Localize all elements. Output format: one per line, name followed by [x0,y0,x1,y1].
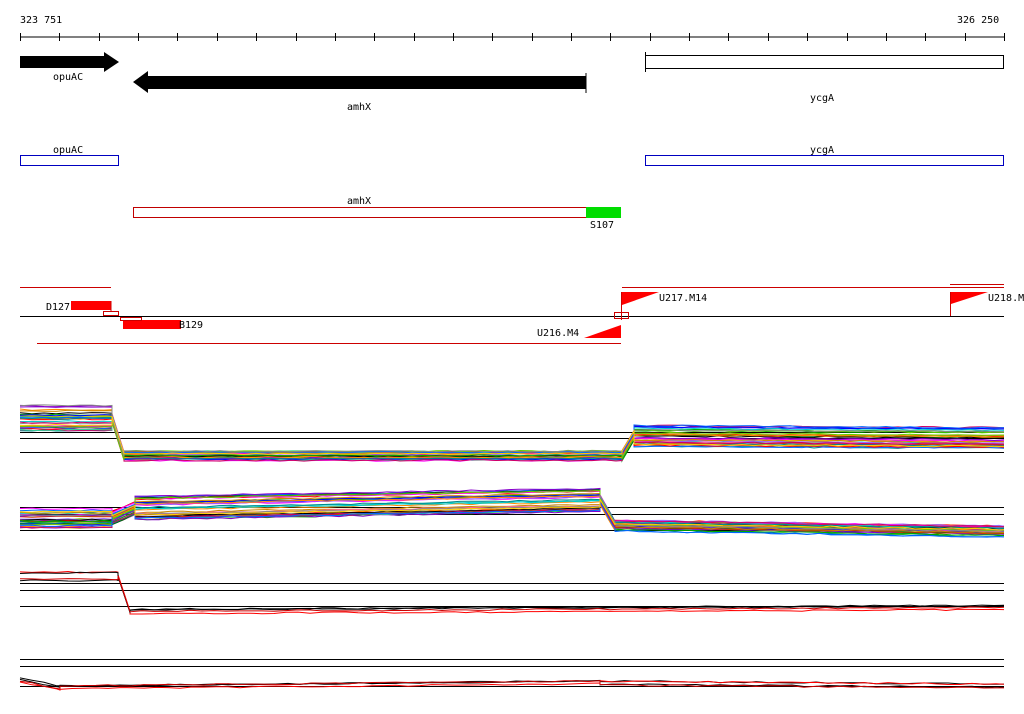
annotation-label-ycga: ycgA [810,145,834,156]
gene-label-ycga: ycgA [810,93,834,104]
ruler-end-label: 326 250 [957,15,999,26]
gene-track: opuAC amhX ycgA [20,52,1004,113]
annotation-label-opuac: opuAC [53,145,83,156]
annotation-box-ycga[interactable] [645,155,1004,166]
gene-label-opuac: opuAC [53,72,83,83]
feature-flag-u218[interactable] [951,292,988,304]
expression-track-1 [19,404,1005,463]
expression-track-4 [19,659,1005,691]
ruler-start-label: 323 751 [20,15,62,26]
gene-arrow-opuac[interactable] [20,52,119,72]
annotation-label-amhx: amhX [347,196,371,207]
segment-label-s107: S107 [590,220,614,231]
annotation-track: opuAC ycgA amhX S107 [20,145,1004,231]
expression-track-2 [19,487,1005,538]
feature-label-u216: U216.M4 [537,328,579,339]
feature-box-b129[interactable] [123,320,181,329]
feature-label-b129: B129 [179,320,203,331]
feature-track: D127 B129 U216.M4 U217.M14 U218.M [20,284,1024,344]
feature-box-d127[interactable] [71,301,111,310]
position-ruler: 323 751 326 250 [20,15,1005,41]
gene-box-ycga[interactable] [645,55,1004,69]
expression-track-3 [19,570,1005,615]
feature-flag-u216[interactable] [584,325,621,338]
gene-arrow-amhx[interactable] [133,71,586,93]
feature-label-u218: U218.M [988,293,1024,304]
feature-tick-d127 [103,311,119,316]
gene-label-amhx: amhX [347,102,371,113]
annotation-box-amhx[interactable] [133,207,587,218]
feature-tick-b129 [120,317,142,321]
annotation-box-opuac[interactable] [20,155,119,166]
feature-flag-u217[interactable] [622,292,659,305]
genome-browser-figure: 323 751 326 250 opuAC amhX ycgA opuAC yc… [19,15,1024,691]
feature-label-d127: D127 [46,302,70,313]
segment-box-s107[interactable] [586,207,621,218]
feature-label-u217: U217.M14 [659,293,707,304]
